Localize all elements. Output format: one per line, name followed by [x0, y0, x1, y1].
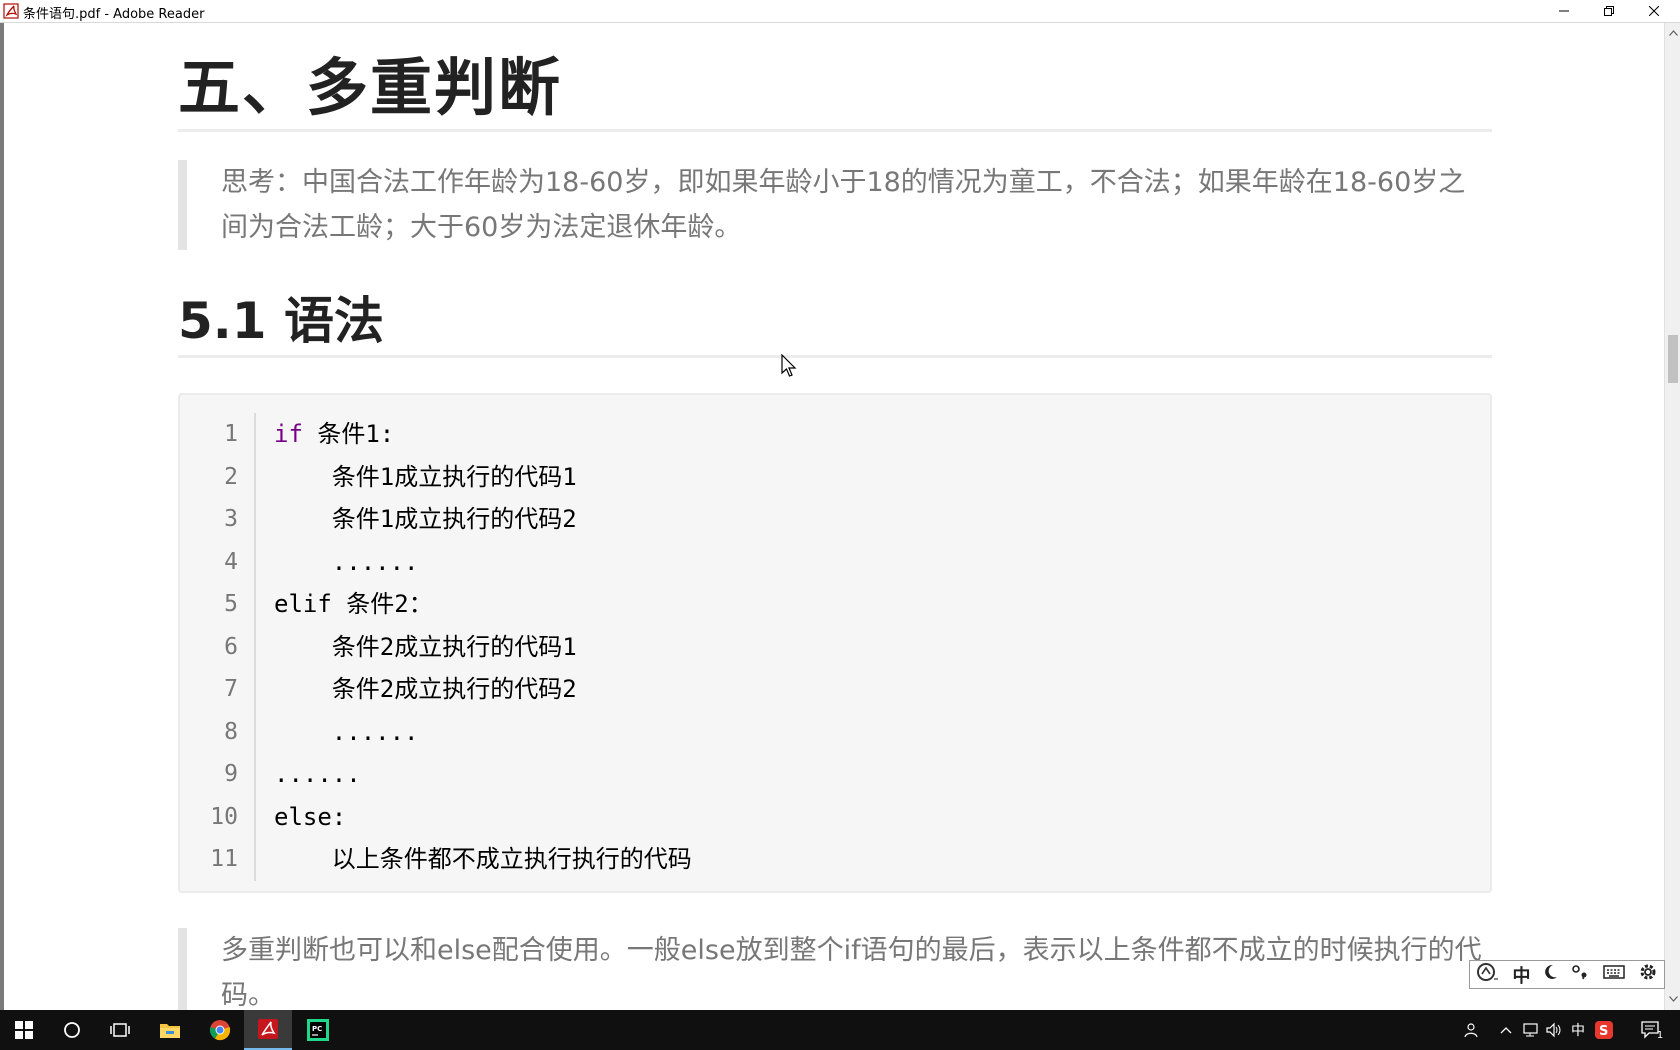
line-number: 2	[224, 463, 238, 490]
code-line: 条件1成立执行的代码2	[274, 498, 1474, 541]
heading-syntax: 5.1 语法	[178, 292, 384, 350]
network-icon[interactable]	[1520, 1020, 1540, 1040]
blockquote-note: 多重判断也可以和else配合使用。一般else放到整个if语句的最后，表示以上条…	[178, 928, 1492, 1010]
window-title: 条件语句.pdf - Adobe Reader	[23, 7, 205, 22]
sogou-icon[interactable]: S	[1594, 1020, 1614, 1040]
code-block: 1 2 3 4 5 6 7 8 9 10 11 if 条件1: 条件1成立执行的代码1 条件1成立执…	[178, 393, 1492, 893]
windows-start-icon	[15, 1021, 33, 1039]
code-line: ......	[274, 753, 1474, 796]
line-number: 5	[224, 591, 238, 617]
code-line: if 条件1:	[274, 413, 1474, 456]
code-text: ......	[274, 717, 419, 746]
code-text: 以上条件都不成立执行执行的代码	[274, 845, 692, 873]
code-text: 条件1:	[302, 420, 395, 448]
ime-logo-icon[interactable]	[1476, 962, 1500, 987]
document-view[interactable]: 五、多重判断 思考：中国合法工作年龄为18-60岁，即如果年龄小于18的情况为童…	[0, 23, 1664, 1010]
taskbar: PC 中 S 1	[0, 1010, 1680, 1050]
code-line: 以上条件都不成立执行执行的代码	[274, 838, 1474, 881]
blockquote-think: 思考：中国合法工作年龄为18-60岁，即如果年龄小于18的情况为童工，不合法；如…	[178, 160, 1492, 250]
line-number: 11	[210, 846, 238, 872]
task-view-button[interactable]	[96, 1010, 144, 1050]
title-bar: 条件语句.pdf - Adobe Reader	[0, 0, 1680, 23]
chrome-button[interactable]	[196, 1010, 244, 1050]
scroll-thumb[interactable]	[1668, 335, 1678, 383]
code-text: ......	[274, 760, 361, 788]
chevron-down-icon	[1668, 996, 1678, 1002]
scroll-up-button[interactable]	[1665, 25, 1680, 41]
close-button[interactable]	[1631, 0, 1676, 22]
line-number: 7	[224, 676, 238, 702]
start-button[interactable]	[0, 1010, 48, 1050]
code-text: 条件2成立执行的代码2	[274, 675, 577, 703]
line-number-gutter: 1 2 3 4 5 6 7 8 9 10 11	[180, 413, 256, 881]
line-number: 10	[210, 803, 238, 830]
line-number: 1	[224, 421, 238, 447]
gear-icon[interactable]	[1638, 962, 1658, 987]
heading-multi-condition: 五、多重判断	[178, 51, 563, 124]
ime-mode-toggle[interactable]: 中	[1512, 962, 1530, 988]
notification-count: 1	[1656, 1029, 1664, 1041]
line-number: 6	[224, 633, 238, 660]
code-text: elif 条件2：	[274, 590, 433, 618]
code-line: 条件2成立执行的代码2	[274, 668, 1474, 711]
code-line: ......	[274, 711, 1474, 754]
heading-divider	[178, 129, 1492, 132]
mouse-cursor-icon	[781, 354, 797, 377]
code-line: ......	[274, 541, 1474, 584]
heading-divider	[178, 355, 1492, 358]
code-line: 条件2成立执行的代码1	[274, 626, 1474, 669]
chevron-up-icon	[1668, 30, 1678, 36]
restore-button[interactable]	[1586, 0, 1631, 22]
file-explorer-icon	[160, 1024, 180, 1038]
code-text: 条件1成立执行的代码2	[274, 505, 577, 533]
people-icon[interactable]	[1462, 1020, 1482, 1040]
minimize-button[interactable]	[1541, 0, 1586, 22]
line-number: 9	[224, 761, 238, 787]
punctuation-icon[interactable]	[1571, 963, 1591, 986]
notification-center-button[interactable]: 1	[1636, 1020, 1668, 1041]
code-text: else:	[274, 802, 347, 831]
line-number: 3	[224, 506, 238, 532]
keyboard-icon[interactable]	[1603, 964, 1626, 985]
file-explorer-button[interactable]	[146, 1010, 194, 1050]
adobe-reader-icon	[3, 3, 19, 19]
code-keyword: if	[274, 420, 303, 448]
tray-ime-indicator[interactable]: 中	[1568, 1020, 1588, 1040]
code-content: if 条件1: 条件1成立执行的代码1 条件1成立执行的代码2 ...... el…	[274, 413, 1474, 881]
code-text: 条件1成立执行的代码1	[274, 462, 577, 491]
minimize-icon	[1558, 10, 1569, 12]
search-icon	[64, 1022, 80, 1038]
code-line: else:	[274, 796, 1474, 839]
vertical-scrollbar[interactable]	[1664, 23, 1680, 1010]
line-number: 4	[224, 548, 238, 575]
chevron-up-icon[interactable]	[1498, 1020, 1514, 1040]
adobe-reader-icon	[258, 1019, 278, 1039]
task-view-icon	[110, 1023, 130, 1037]
pycharm-icon: PC	[307, 1019, 329, 1041]
restore-icon	[1603, 6, 1614, 16]
close-icon	[1648, 6, 1659, 16]
volume-icon[interactable]	[1544, 1020, 1564, 1040]
svg-text:S: S	[1599, 1024, 1608, 1039]
search-button[interactable]	[48, 1010, 96, 1050]
scroll-down-button[interactable]	[1665, 991, 1680, 1007]
chrome-icon	[209, 1020, 231, 1041]
adobe-reader-taskbar-button[interactable]	[244, 1010, 292, 1050]
svg-text:PC: PC	[312, 1025, 322, 1033]
code-text: 条件2成立执行的代码1	[274, 632, 577, 661]
moon-icon[interactable]	[1543, 963, 1559, 986]
code-line: elif 条件2：	[274, 583, 1474, 626]
ime-toolbar[interactable]: 中	[1469, 960, 1665, 989]
line-number: 8	[224, 718, 238, 745]
code-text: ......	[274, 547, 419, 576]
pycharm-button[interactable]: PC	[294, 1010, 342, 1050]
code-line: 条件1成立执行的代码1	[274, 456, 1474, 499]
